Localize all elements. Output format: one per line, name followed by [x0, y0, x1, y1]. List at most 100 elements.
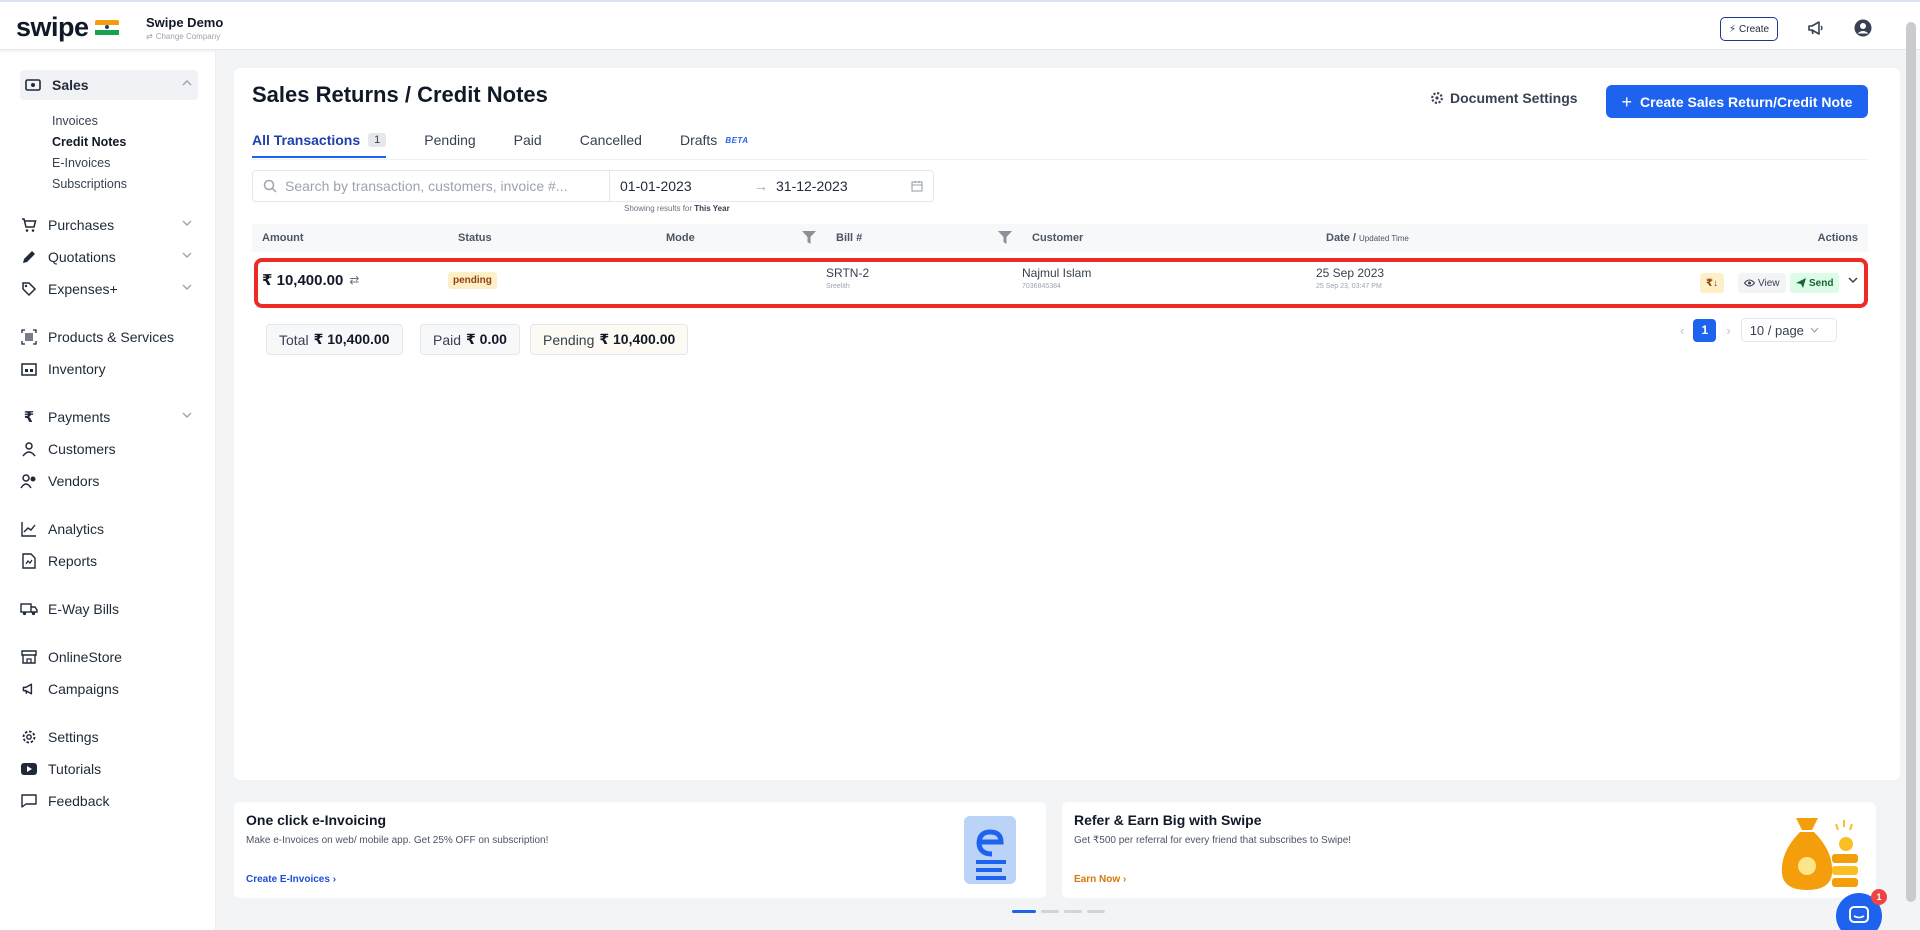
profile-avatar-icon[interactable] [1853, 18, 1873, 38]
sidebar-item-label: Quotations [48, 249, 116, 265]
carousel-dot[interactable] [1041, 910, 1059, 913]
carousel-dot[interactable] [1087, 910, 1105, 913]
sidebar-item-inventory[interactable]: Inventory [20, 354, 198, 384]
scrollbar-thumb[interactable] [1906, 22, 1916, 902]
filter-icon[interactable] [802, 231, 816, 244]
sidebar-item-label: OnlineStore [48, 649, 122, 665]
search-input[interactable] [285, 178, 605, 194]
sidebar-item-purchases[interactable]: Purchases [20, 210, 198, 240]
recurring-icon: ⇄ [349, 273, 360, 287]
sidebar-item-sales[interactable]: Sales [20, 70, 198, 100]
promo-link-label: Earn Now [1074, 874, 1121, 885]
summary-pending: Pending ₹ 10,400.00 [530, 324, 689, 355]
company-switcher[interactable]: Swipe Demo ⇄ Change Company [146, 15, 223, 41]
money-bag-icon [1776, 814, 1866, 894]
beta-badge: BETA [725, 135, 749, 145]
tab-label: Paid [513, 132, 542, 148]
carousel-dot[interactable] [1012, 910, 1036, 913]
create-sales-return-button[interactable]: + Create Sales Return/Credit Note [1606, 85, 1868, 118]
document-settings-label: Document Settings [1450, 90, 1578, 106]
sidebar-sub-subscriptions[interactable]: Subscriptions [52, 177, 127, 191]
sidebar-item-reports[interactable]: Reports [20, 546, 198, 576]
tab-all-transactions[interactable]: All Transactions 1 [252, 126, 387, 158]
sidebar-item-label: Reports [48, 553, 98, 569]
sidebar-item-customers[interactable]: Customers [20, 434, 198, 464]
create-quick-button[interactable]: ⚡ Create [1720, 17, 1779, 41]
pagination: ‹ 1 › 10 / page [1680, 318, 1837, 342]
sidebar-sub-invoices[interactable]: Invoices [52, 114, 98, 128]
page-number-current[interactable]: 1 [1693, 318, 1717, 342]
sidebar-item-expenses[interactable]: Expenses+ [20, 274, 198, 304]
sidebar-item-quotations[interactable]: Quotations [20, 242, 198, 272]
page-title: Sales Returns / Credit Notes [252, 82, 548, 107]
next-page-icon[interactable]: › [1726, 323, 1730, 338]
sidebar-item-settings[interactable]: Settings [20, 722, 198, 752]
sidebar-item-vendors[interactable]: Vendors [20, 466, 198, 496]
megaphone-icon [20, 680, 38, 698]
sidebar-sub-e-invoices[interactable]: E-Invoices [52, 156, 110, 170]
summary-total: Total ₹ 10,400.00 [266, 324, 403, 355]
barcode-icon [20, 328, 38, 346]
summary-paid-value: ₹ 0.00 [466, 331, 507, 347]
bill-number: SRTN-2 [826, 266, 870, 280]
tab-cancelled[interactable]: Cancelled [580, 126, 642, 154]
amount-value: ₹ 10,400.00 [262, 272, 344, 289]
date-from[interactable]: 01-01-2023 [620, 178, 754, 194]
record-payment-button[interactable]: ₹↓ [1700, 273, 1724, 293]
tabs-divider [252, 159, 1868, 160]
tab-pending[interactable]: Pending [424, 126, 475, 154]
promo-text: Make e-Invoices on web/ mobile app. Get … [246, 835, 549, 846]
sidebar-item-feedback[interactable]: Feedback [20, 786, 198, 816]
gear-icon [1430, 91, 1444, 105]
sidebar-item-eway-bills[interactable]: E-Way Bills [20, 594, 198, 624]
sidebar-item-label: Analytics [48, 521, 105, 537]
tabs: All Transactions 1 Pending Paid Cancelle… [252, 126, 787, 158]
status-badge: pending [448, 272, 497, 289]
sidebar-item-products-services[interactable]: Products & Services [20, 322, 198, 352]
sidebar-item-label: Tutorials [48, 761, 102, 777]
view-button[interactable]: View [1738, 273, 1786, 293]
promo-title: Refer & Earn Big with Swipe [1074, 812, 1262, 828]
tab-drafts[interactable]: Drafts BETA [680, 126, 749, 154]
swipe-logo[interactable]: swipe [16, 12, 119, 43]
tab-paid[interactable]: Paid [514, 126, 542, 154]
sidebar-item-payments[interactable]: ₹ Payments [20, 402, 198, 432]
date-range-picker[interactable]: 01-01-2023 → 31-12-2023 [610, 170, 934, 202]
sidebar-item-tutorials[interactable]: Tutorials [20, 754, 198, 784]
chart-line-icon [20, 520, 38, 538]
summary-paid: Paid ₹ 0.00 [420, 324, 520, 355]
document-settings-button[interactable]: Document Settings [1430, 90, 1578, 106]
chevron-down-icon [182, 283, 192, 291]
warehouse-icon [20, 360, 38, 378]
chevron-down-icon [182, 251, 192, 259]
per-page-value: 10 / page [1749, 322, 1804, 338]
sidebar-item-label: E-Way Bills [48, 601, 120, 617]
main-content: Sales Returns / Credit Notes Document Se… [234, 68, 1900, 780]
updated-time: 25 Sep 23, 03:47 PM [1316, 283, 1382, 290]
per-page-select[interactable]: 10 / page [1740, 318, 1837, 342]
date-to[interactable]: 31-12-2023 [776, 178, 911, 194]
sidebar-item-campaigns[interactable]: Campaigns [20, 674, 198, 704]
bill-created-by: Sreelith [826, 283, 850, 290]
sidebar-sub-credit-notes[interactable]: Credit Notes [52, 135, 126, 149]
sidebar-item-label: Customers [48, 441, 116, 457]
carousel-dot[interactable] [1064, 910, 1082, 913]
store-icon [20, 648, 38, 666]
table-row[interactable]: ₹ 10,400.00 ⇄ pending SRTN-2 Sreelith Na… [254, 258, 1868, 308]
promo-einvoicing-card: One click e-Invoicing Make e-Invoices on… [234, 802, 1046, 898]
change-company-link[interactable]: Change Company [156, 32, 220, 41]
megaphone-icon[interactable] [1806, 18, 1826, 38]
chevron-down-icon [1810, 327, 1819, 333]
sidebar-item-analytics[interactable]: Analytics [20, 514, 198, 544]
prev-page-icon[interactable]: ‹ [1680, 323, 1684, 338]
chevron-down-icon[interactable] [1848, 276, 1858, 284]
filter-icon[interactable] [998, 231, 1012, 244]
earn-now-link[interactable]: Earn Now › [1074, 874, 1126, 885]
row-bill[interactable]: SRTN-2 Sreelith [826, 266, 869, 290]
sidebar-item-onlinestore[interactable]: OnlineStore [20, 642, 198, 672]
row-customer[interactable]: Najmul Islam 7036845384 [1022, 266, 1091, 290]
arrow-right-icon: → [754, 178, 768, 194]
create-einvoices-link[interactable]: Create E-Invoices › [246, 874, 336, 885]
table-header: Amount Status Mode Bill # Customer Date … [252, 224, 1868, 252]
send-button[interactable]: Send [1790, 273, 1840, 293]
